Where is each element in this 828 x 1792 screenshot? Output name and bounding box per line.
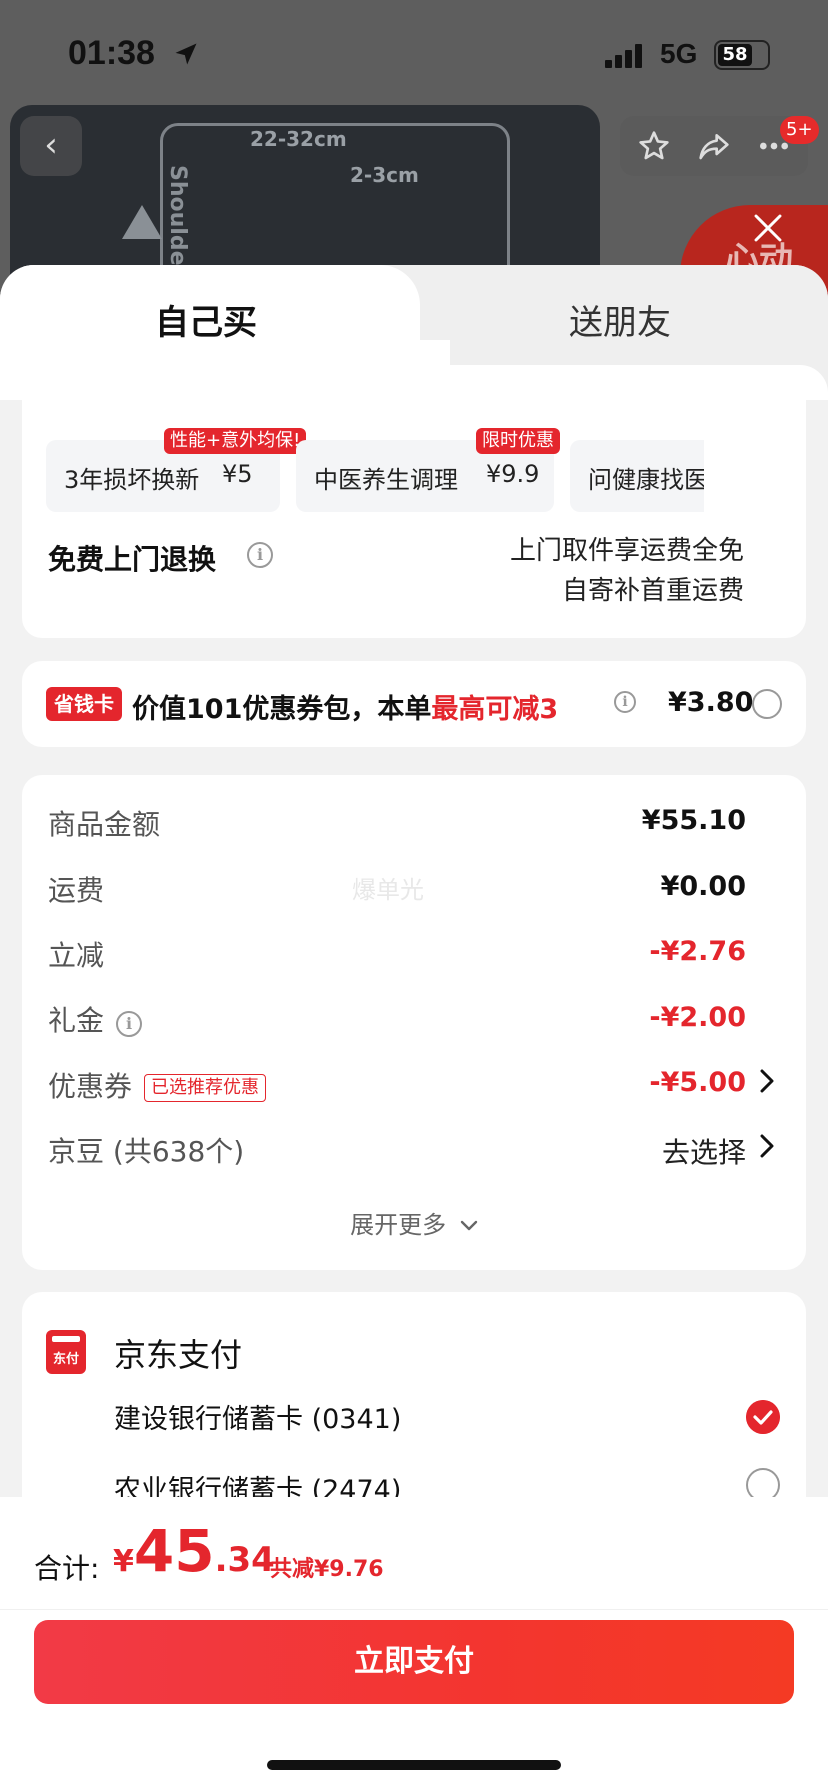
favorite-star-icon[interactable] bbox=[638, 130, 670, 162]
message-count-badge: 5+ bbox=[780, 116, 819, 144]
service-option-doctor[interactable]: 问健康找医 bbox=[570, 440, 704, 512]
total-currency: ¥ bbox=[113, 1544, 134, 1579]
total-discount: 共减¥9.76 bbox=[270, 1557, 384, 1582]
return-self-send-text: 自寄补首重运费 bbox=[561, 576, 744, 606]
checkmark-selected-icon[interactable] bbox=[746, 1400, 780, 1434]
service-name: 中医养生调理 bbox=[314, 466, 458, 494]
coupon-row[interactable]: 优惠券 已选推荐优惠 bbox=[48, 1065, 267, 1105]
shipping-label: 运费 bbox=[48, 874, 105, 907]
instant-discount-value: -¥2.76 bbox=[649, 936, 746, 967]
coupon-pack-prefix: 价值101优惠券包，本单 bbox=[132, 694, 432, 725]
location-arrow-icon bbox=[175, 43, 197, 65]
bank-option-ccb[interactable]: 建设银行储蓄卡 (0341) bbox=[114, 1397, 401, 1436]
coupon-pack-price: ¥3.80 bbox=[668, 687, 754, 718]
coupon-selected-tag: 已选推荐优惠 bbox=[144, 1074, 267, 1102]
shipping-value: ¥0.00 bbox=[660, 871, 746, 902]
coupon-info-button[interactable]: i bbox=[614, 691, 636, 713]
total-decimal: .34 bbox=[214, 1540, 275, 1580]
gift-money-label: 礼金 bbox=[48, 1004, 105, 1037]
coupon-pack-radio[interactable] bbox=[752, 689, 782, 719]
battery-level: 58 bbox=[718, 44, 752, 66]
purchase-mode-tabs: 自己买 送朋友 bbox=[0, 265, 828, 400]
info-icon: i bbox=[614, 691, 636, 713]
service-name: 3年损坏换新 bbox=[64, 466, 200, 494]
cuff-size-text: 22-32cm bbox=[250, 127, 347, 151]
jd-beans-value[interactable]: 去选择 bbox=[662, 1131, 746, 1171]
instant-discount-label: 立减 bbox=[48, 939, 105, 972]
total-amount: ¥45.34 bbox=[113, 1517, 275, 1585]
back-button[interactable]: ‹ bbox=[20, 116, 82, 176]
watermark: 爆单光 bbox=[352, 876, 424, 904]
share-icon[interactable] bbox=[698, 130, 730, 162]
jd-pay-icon-text: 东付 bbox=[52, 1352, 79, 1367]
jd-beans-label: 京豆 (共638个) bbox=[48, 1135, 245, 1168]
coupon-value: -¥5.00 bbox=[649, 1067, 746, 1098]
coupon-pack-card[interactable]: 省钱卡 价值101优惠券包，本单最高可减3 i ¥3.80 bbox=[22, 661, 806, 747]
subtotal-value: ¥55.10 bbox=[641, 805, 746, 836]
network-type: 5G bbox=[660, 38, 698, 69]
pay-now-button[interactable]: 立即支付 bbox=[34, 1620, 794, 1704]
chevron-right-icon[interactable] bbox=[758, 1133, 776, 1159]
gift-money-info[interactable]: i bbox=[116, 1006, 143, 1039]
service-option-replace[interactable]: 性能+意外均保! 3年损坏换新 ¥5 bbox=[46, 428, 307, 512]
service-option-tcm[interactable]: 限时优惠 中医养生调理 ¥9.9 bbox=[296, 428, 560, 512]
signal-icon bbox=[605, 44, 642, 68]
subtotal-label: 商品金额 bbox=[48, 808, 161, 841]
service-price: ¥5 bbox=[222, 460, 253, 488]
service-name: 问健康找医 bbox=[588, 466, 704, 494]
checkout-footer: 合计: ¥45.34 共减¥9.76 立即支付 bbox=[0, 1497, 828, 1792]
services-card: 性能+意外均保! 3年损坏换新 ¥5 限时优惠 中医养生调理 ¥9.9 问健康找… bbox=[22, 400, 806, 638]
battery-icon: 58 bbox=[714, 40, 770, 70]
cuff-arrow-icon bbox=[122, 205, 162, 239]
close-icon[interactable] bbox=[752, 212, 784, 244]
expand-more-label: 展开更多 bbox=[350, 1211, 447, 1239]
return-pickup-text: 上门取件享运费全免 bbox=[509, 536, 744, 566]
cuff-gap-text: 2-3cm bbox=[350, 163, 419, 187]
service-tag: 限时优惠 bbox=[476, 428, 560, 454]
gift-money-row: 礼金 i bbox=[48, 999, 143, 1039]
save-card-badge: 省钱卡 bbox=[46, 687, 122, 721]
gift-money-value: -¥2.00 bbox=[649, 1002, 746, 1033]
jd-pay-title: 京东支付 bbox=[114, 1336, 243, 1374]
expand-more-button[interactable]: 展开更多 bbox=[22, 1205, 806, 1240]
free-return-info[interactable]: i bbox=[247, 542, 273, 568]
coupon-pack-highlight: 最高可减3 bbox=[431, 694, 559, 725]
chevron-right-icon[interactable] bbox=[758, 1068, 776, 1094]
price-summary-card: 爆单光 商品金额 ¥55.10 运费 ¥0.00 立减 -¥2.76 礼金 i -… bbox=[22, 775, 806, 1270]
service-tag: 性能+意外均保! bbox=[164, 428, 307, 454]
tab-gift-friend[interactable]: 送朋友 bbox=[430, 295, 810, 344]
coupon-label: 优惠券 bbox=[48, 1070, 133, 1103]
total-integer: 45 bbox=[133, 1517, 215, 1585]
cuff-label: Shoulder bbox=[165, 165, 190, 277]
chevron-down-icon bbox=[460, 1220, 478, 1231]
status-time: 01:38 bbox=[68, 34, 155, 72]
divider bbox=[0, 1609, 828, 1610]
service-price: ¥9.9 bbox=[486, 460, 540, 488]
status-bar: 01:38 5G 58 bbox=[0, 0, 828, 100]
info-icon: i bbox=[116, 1010, 143, 1037]
total-label: 合计: bbox=[34, 1552, 100, 1585]
tab-self-buy[interactable]: 自己买 bbox=[0, 265, 450, 400]
tab-self-buy-label: 自己买 bbox=[155, 303, 257, 343]
free-return-title: 免费上门退换 bbox=[48, 543, 217, 576]
coupon-pack-text: 价值101优惠券包，本单最高可减3 bbox=[132, 687, 558, 726]
info-icon: i bbox=[247, 542, 273, 568]
home-indicator bbox=[267, 1760, 561, 1770]
jd-pay-icon: 东付 bbox=[46, 1330, 86, 1374]
